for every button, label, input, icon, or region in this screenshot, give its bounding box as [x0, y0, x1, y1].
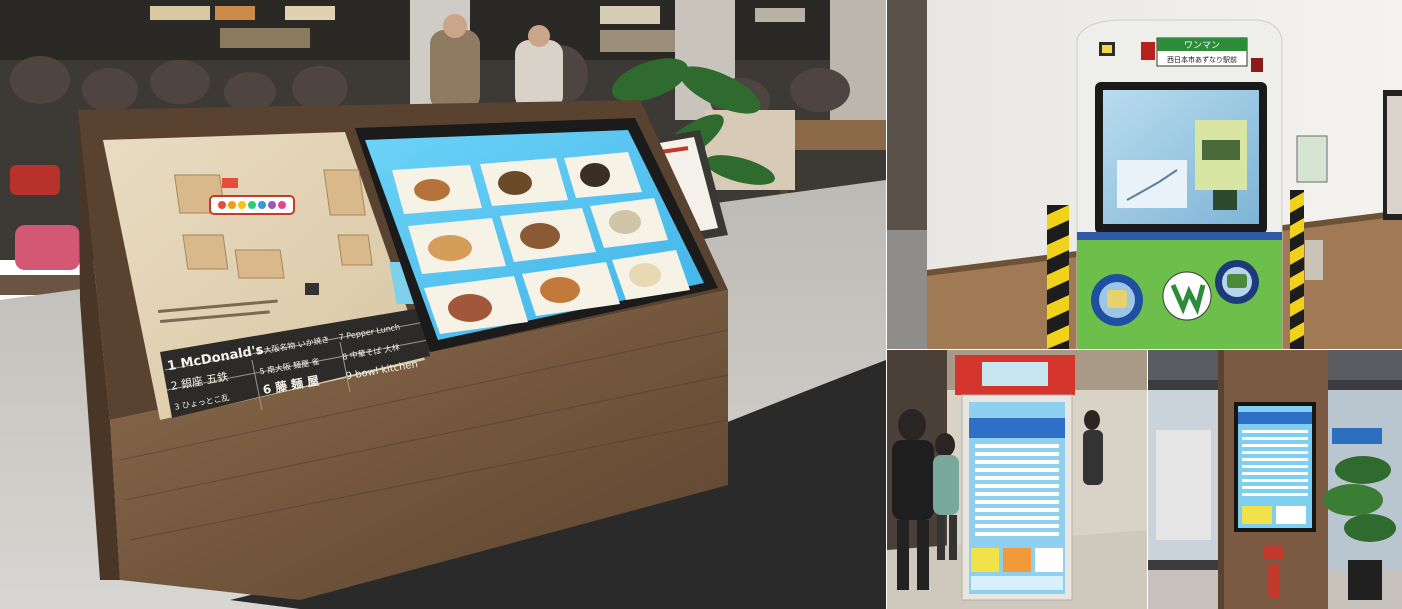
destination-label: 西日本市あずなり駅前 [1167, 55, 1237, 64]
train-kiosk-photo: ワンマン 西日本市あずなり駅前 [887, 0, 1402, 349]
mall-signage-photo-2 [1148, 350, 1402, 609]
food-court-photo: 1 McDonald's 2 銀座 五鉄 3 ひょっとこ乱 4 大阪名物 いか焼… [0, 0, 886, 609]
train-shaped-kiosk: ワンマン 西日本市あずなり駅前 [1076, 19, 1283, 349]
hazard-pole-left [1047, 205, 1069, 349]
route-label: ワンマン [1184, 41, 1220, 51]
hazard-pole-right [1290, 190, 1304, 349]
mall-signage-photo-1 [887, 350, 1147, 609]
fire-extinguisher [1268, 564, 1280, 598]
fire-alarm-sign [1264, 546, 1284, 560]
freestanding-digital-sign [955, 355, 1075, 601]
